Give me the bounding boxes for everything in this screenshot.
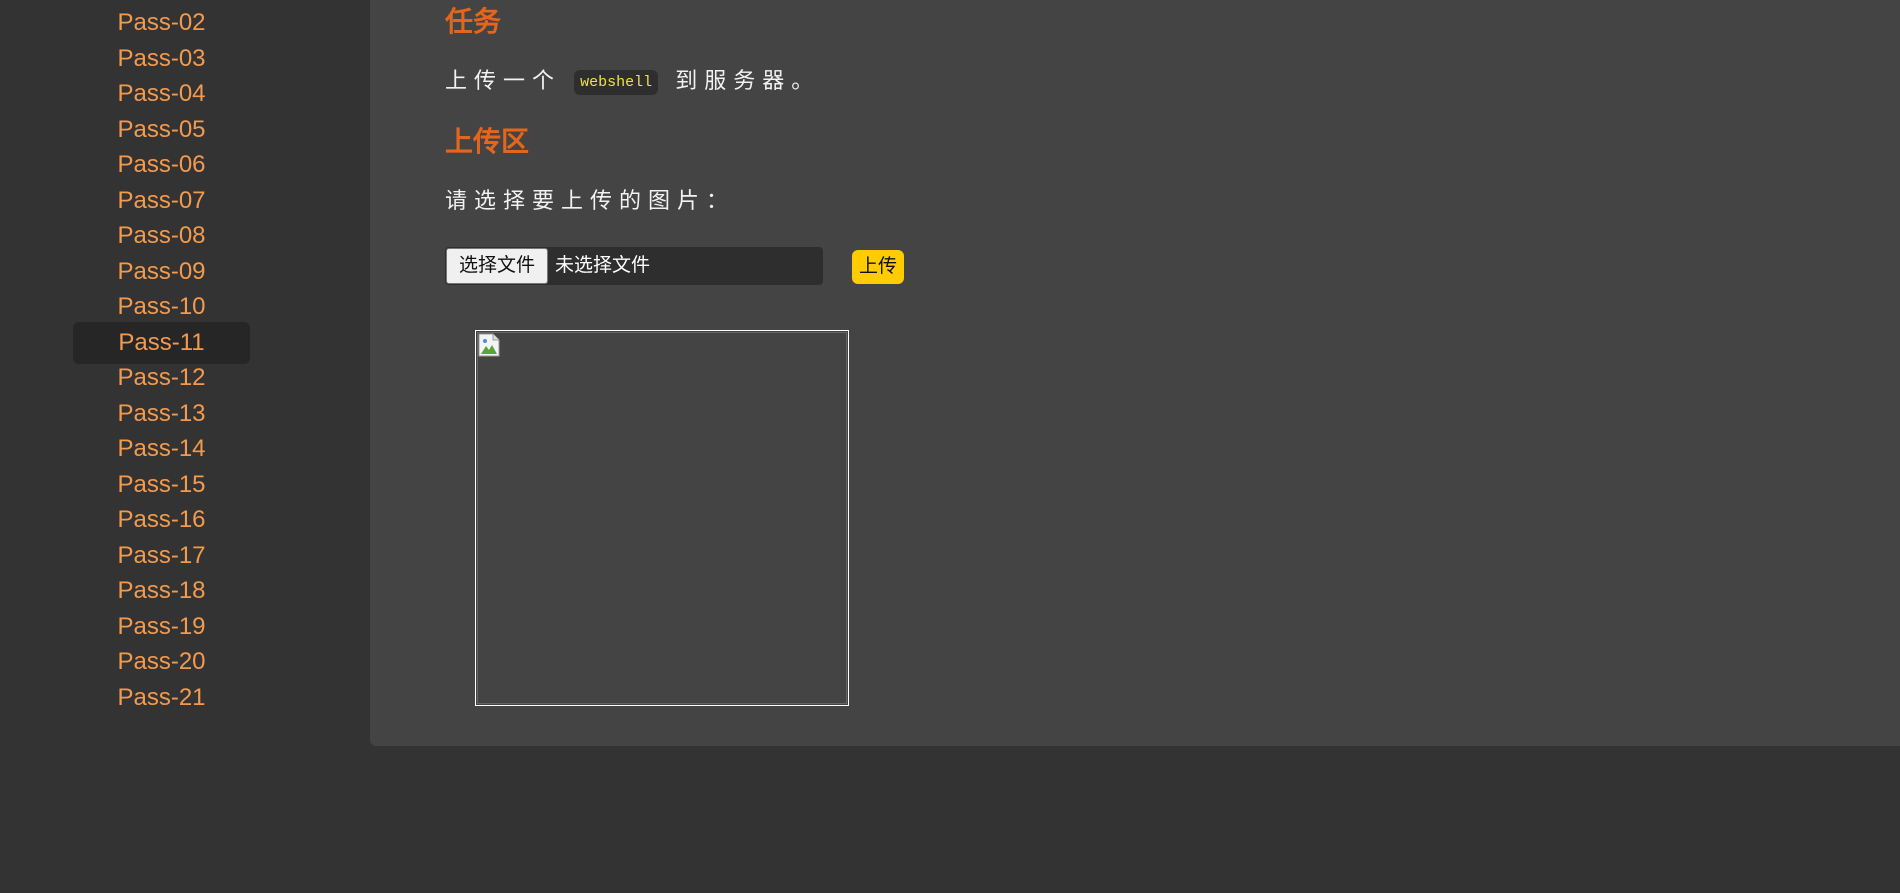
sidebar: Pass-02 Pass-03 Pass-04 Pass-05 Pass-06 Pass-… (0, 0, 370, 893)
broken-image-icon (478, 333, 500, 357)
code-webshell: webshell (574, 70, 659, 95)
upload-submit-button[interactable]: 上传 (852, 250, 904, 284)
task-text-after: 到服务器。 (675, 68, 821, 93)
upload-heading: 上传区 (445, 126, 530, 157)
file-input[interactable]: 选择文件 未选择文件 (445, 247, 823, 285)
choose-file-button[interactable]: 选择文件 (446, 248, 548, 284)
file-status-text: 未选择文件 (555, 255, 651, 276)
upload-prompt: 请选择要上传的图片： (445, 188, 736, 213)
sidebar-item-pass-21[interactable]: Pass-21 (73, 677, 250, 719)
main-content: 任务 上传一个 webshell 到服务器。 上传区 请选择要上传的图片： 选择… (370, 0, 1900, 746)
task-heading: 任务 (445, 6, 502, 37)
task-description: 上传一个 webshell 到服务器。 (445, 70, 820, 95)
task-text-before: 上传一个 (445, 68, 562, 93)
image-preview (475, 330, 849, 706)
